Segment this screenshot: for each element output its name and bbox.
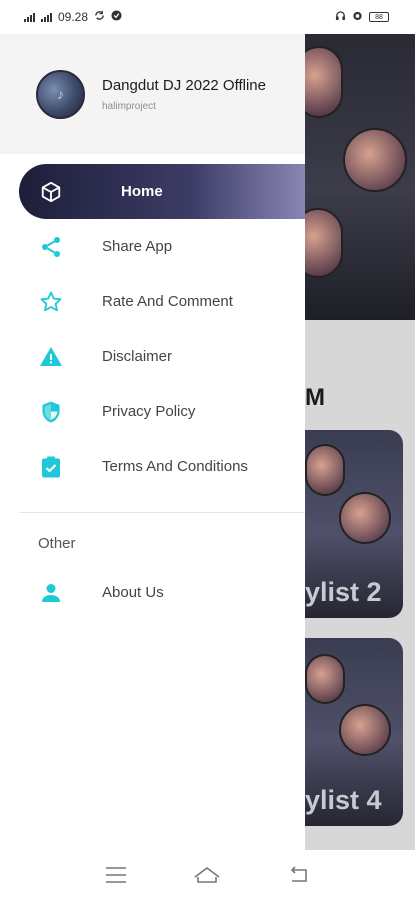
section-heading-fragment: M — [305, 384, 325, 411]
playlist-card[interactable]: ylist 2 — [305, 430, 403, 618]
signal-icon — [24, 12, 35, 22]
battery-level: 88 — [375, 13, 383, 21]
playlist-card-label: ylist 4 — [305, 785, 382, 815]
drawer-header-text: Dangdut DJ 2022 Offline halimproject — [102, 77, 266, 112]
status-right: 88 — [335, 10, 389, 24]
headphones-icon — [335, 10, 346, 24]
back-button[interactable] — [279, 855, 319, 895]
menu-item-label: Terms And Conditions — [102, 458, 248, 475]
person-icon — [38, 580, 64, 606]
menu-lines-icon — [105, 867, 126, 883]
back-icon — [291, 866, 307, 882]
banner-photo — [305, 208, 343, 278]
card-photo — [305, 444, 345, 496]
playlist-card-label: ylist 2 — [305, 577, 382, 607]
signal-icon — [41, 12, 52, 22]
app-avatar: ♪ — [36, 69, 85, 119]
menu-item-terms-and-conditions[interactable]: Terms And Conditions — [0, 439, 305, 494]
status-left: 09.28 — [24, 10, 122, 24]
banner-photo — [343, 128, 407, 192]
status-bar: 09.28 88 — [0, 0, 415, 34]
drawer-menu: Home Share App Rate And Comment Disclaim… — [0, 164, 305, 494]
system-navigation-bar — [0, 850, 415, 900]
menu-item-label: Disclaimer — [102, 348, 173, 365]
menu-item-about-us[interactable]: About Us — [0, 565, 305, 620]
card-photo — [305, 654, 345, 704]
background-banner — [305, 34, 415, 320]
star-icon — [38, 289, 64, 315]
app-subtitle: halimproject — [102, 100, 156, 112]
warning-icon — [38, 344, 64, 370]
battery-icon: 88 — [369, 12, 389, 22]
menu-item-share-app[interactable]: Share App — [0, 219, 305, 274]
background-app: M ylist 2 ylist 4 — [305, 34, 415, 850]
shield-icon — [38, 399, 64, 425]
menu-item-label: Privacy Policy — [102, 403, 196, 420]
app-title: Dangdut DJ 2022 Offline — [102, 76, 266, 94]
home-icon — [195, 867, 220, 883]
drawer-header: ♪ Dangdut DJ 2022 Offline halimproject — [0, 34, 305, 154]
home-button[interactable] — [187, 855, 227, 895]
menu-item-label: Rate And Comment — [102, 293, 233, 310]
status-time: 09.28 — [58, 10, 89, 24]
card-photo — [339, 492, 391, 544]
cube-icon — [38, 179, 64, 205]
card-photo — [339, 704, 391, 756]
menu-item-home[interactable]: Home — [19, 164, 305, 219]
menu-item-disclaimer[interactable]: Disclaimer — [0, 329, 305, 384]
menu-item-label: About Us — [102, 584, 164, 601]
playlist-card[interactable]: ylist 4 — [305, 638, 403, 826]
menu-item-rate-and-comment[interactable]: Rate And Comment — [0, 274, 305, 329]
shield-status-icon — [111, 10, 122, 24]
menu-item-privacy-policy[interactable]: Privacy Policy — [0, 384, 305, 439]
navigation-drawer: ♪ Dangdut DJ 2022 Offline halimproject H… — [0, 34, 305, 850]
menu-item-label: Share App — [102, 238, 173, 255]
section-title-other: Other — [38, 535, 76, 552]
share-icon — [38, 234, 64, 260]
recent-apps-button[interactable] — [96, 855, 136, 895]
banner-photo — [305, 46, 343, 118]
sync-icon — [94, 10, 105, 24]
clipboard-check-icon — [38, 454, 64, 480]
alarm-icon — [352, 10, 363, 24]
menu-item-label: Home — [121, 183, 163, 200]
